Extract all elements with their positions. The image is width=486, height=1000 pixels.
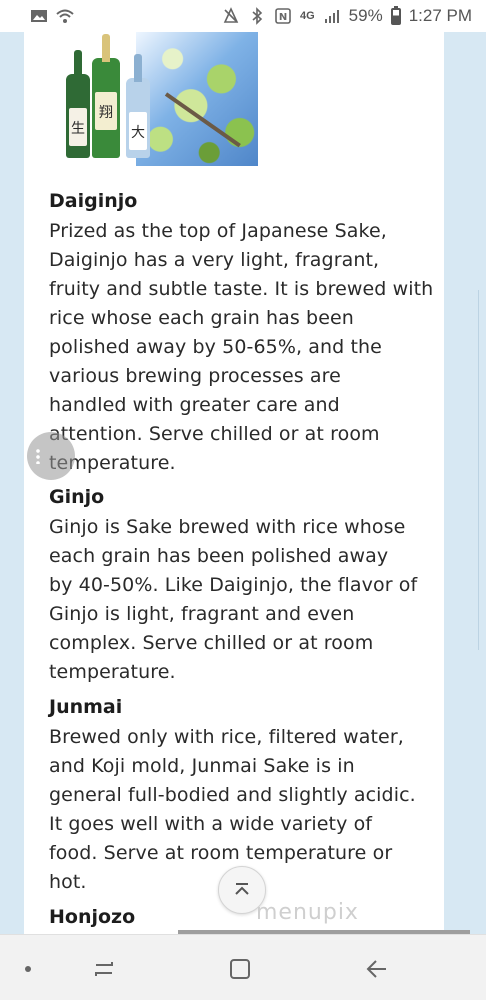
status-right: N 4G 59% 1:27 PM	[222, 5, 472, 26]
text-line: temperature.	[49, 452, 176, 474]
text-line: complex. Serve chilled or at room	[49, 632, 374, 654]
text-line: It goes well with a wide variety of	[49, 813, 373, 835]
status-bar: N 4G 59% 1:27 PM	[0, 0, 486, 32]
text-line: Daiginjo has a very light, fragrant,	[49, 249, 380, 271]
text-line: fruity and subtle taste. It is brewed wi…	[49, 278, 434, 300]
text-line: each grain has been polished away	[49, 545, 389, 567]
section-description: Prized as the top of Japanese Sake, Daig…	[49, 217, 434, 478]
text-line: handled with greater care and	[49, 394, 340, 416]
status-left	[30, 7, 74, 25]
maple-leaves-image	[136, 32, 258, 166]
navigation-bar	[0, 934, 486, 1000]
edge-panel-handle[interactable]	[478, 290, 486, 650]
section-ginjo: Ginjo Ginjo is Sake brewed with rice who…	[49, 485, 429, 687]
floating-menu-handle[interactable]	[27, 432, 75, 480]
back-button[interactable]	[356, 949, 396, 989]
section-heading: Daiginjo	[49, 190, 138, 212]
text-line: polished away by 50-65%, and the	[49, 336, 382, 358]
bottle-label-mark: 大	[131, 125, 145, 141]
bottle-label-mark: 翔	[99, 105, 113, 121]
text-line: temperature.	[49, 661, 176, 683]
watermark: menupix	[256, 900, 359, 925]
text-line: Brewed only with rice, filtered water,	[49, 726, 404, 748]
sake-bottle: 翔	[92, 34, 120, 158]
text-line: general full-bodied and slightly acidic.	[49, 784, 416, 806]
wifi-icon	[56, 9, 74, 23]
gallery-icon	[31, 10, 47, 22]
text-line: by 40-50%. Like Daiginjo, the flavor of	[49, 574, 418, 596]
silent-icon	[223, 7, 239, 23]
section-heading: Junmai	[49, 696, 123, 718]
chevron-up-icon	[235, 883, 249, 895]
text-line: food. Serve at room temperature or	[49, 842, 393, 864]
section-description: Ginjo is Sake brewed with rice whose eac…	[49, 513, 429, 687]
home-button[interactable]	[220, 949, 260, 989]
dot-icon	[25, 966, 31, 972]
text-line: Prized as the top of Japanese Sake,	[49, 220, 387, 242]
clock: 1:27 PM	[408, 6, 472, 25]
bottle-label-mark: 生	[71, 121, 85, 137]
signal-icon	[324, 10, 339, 23]
dots-icon	[36, 448, 40, 464]
recent-apps-button[interactable]	[84, 949, 124, 989]
section-daiginjo: Daiginjo Prized as the top of Japanese S…	[49, 189, 434, 478]
sake-bottle: 生	[66, 50, 90, 158]
battery-percent: 59%	[348, 6, 383, 25]
text-line: attention. Serve chilled or at room	[49, 423, 380, 445]
branch	[164, 92, 241, 148]
section-heading: Ginjo	[49, 486, 105, 508]
svg-text:N: N	[279, 12, 287, 23]
text-line: and Koji mold, Junmai Sake is in	[49, 755, 355, 777]
home-icon	[230, 959, 250, 979]
nfc-icon: N	[275, 8, 291, 24]
content-card: 生 翔 大 Daiginjo Prized as the top of Japa…	[24, 32, 444, 934]
text-line: Ginjo is Sake brewed with rice whose	[49, 516, 406, 538]
network-type: 4G	[299, 10, 315, 22]
recent-apps-icon	[95, 962, 113, 976]
text-line: various brewing processes are	[49, 365, 341, 387]
nav-dot-button[interactable]	[8, 949, 48, 989]
page-side-left	[0, 32, 24, 934]
bluetooth-icon	[252, 7, 263, 25]
sake-bottles-image: 生 翔 大	[56, 32, 258, 166]
text-line: rice whose each grain has been	[49, 307, 354, 329]
sake-bottle: 大	[126, 54, 150, 158]
battery-icon	[390, 5, 401, 25]
text-line: Ginjo is light, fragrant and even	[49, 603, 355, 625]
back-icon	[366, 960, 386, 978]
